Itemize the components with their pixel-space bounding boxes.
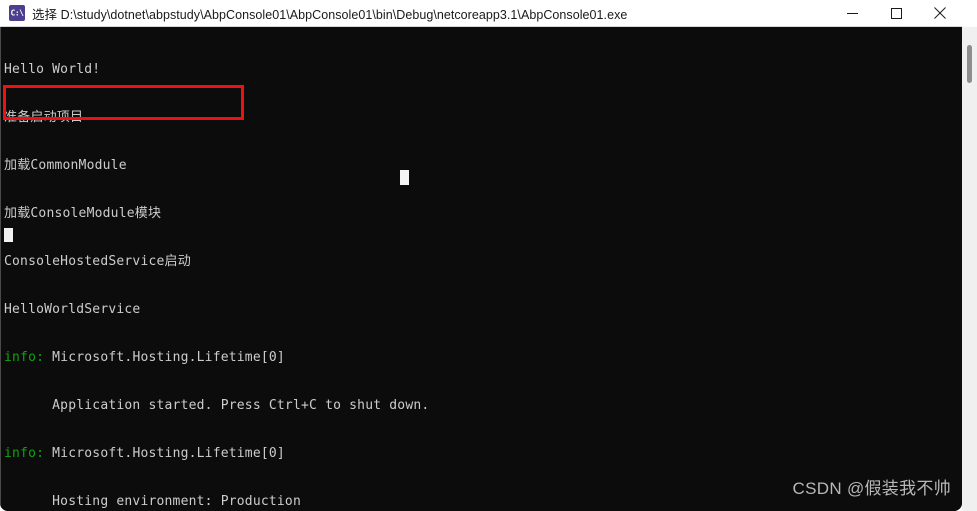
console-line: HelloWorldService <box>4 302 141 317</box>
minimize-button[interactable] <box>830 0 874 26</box>
console-line: Application started. Press Ctrl+C to shu… <box>4 398 430 413</box>
console-window: C:\ 选择 D:\study\dotnet\abpstudy\AbpConso… <box>0 0 962 511</box>
console-text-block: Hello World! 准备启动项目 加载CommonModule 加载Con… <box>4 30 799 511</box>
window-title-bar[interactable]: C:\ 选择 D:\study\dotnet\abpstudy\AbpConso… <box>0 0 962 27</box>
console-output-area[interactable]: Hello World! 准备启动项目 加载CommonModule 加载Con… <box>0 27 962 511</box>
close-icon <box>934 7 946 19</box>
csdn-watermark: CSDN @假装我不帅 <box>792 479 951 498</box>
window-title: 选择 D:\study\dotnet\abpstudy\AbpConsole01… <box>32 7 628 22</box>
scrollbar-top-spacer <box>962 0 977 27</box>
console-line: info: Microsoft.Hosting.Lifetime[0] <box>4 446 285 461</box>
command-prompt-icon-glyph: C:\ <box>10 8 24 18</box>
log-level-info: info: <box>4 446 53 461</box>
console-line: Hosting environment: Production <box>4 494 301 509</box>
page-root: C:\ 选择 D:\study\dotnet\abpstudy\AbpConso… <box>0 0 977 511</box>
maximize-button[interactable] <box>874 0 918 26</box>
console-caret <box>4 228 13 242</box>
console-line: 准备启动项目 <box>4 110 84 125</box>
page-scrollbar[interactable] <box>962 27 977 511</box>
close-button[interactable] <box>918 0 962 26</box>
minimize-icon <box>846 12 858 14</box>
command-prompt-icon: C:\ <box>9 5 25 21</box>
text-cursor-icon <box>400 170 409 185</box>
console-line: ConsoleHostedService启动 <box>4 254 191 269</box>
console-line: Hello World! <box>4 62 101 77</box>
console-line: info: Microsoft.Hosting.Lifetime[0] <box>4 350 285 365</box>
log-level-info: info: <box>4 350 53 365</box>
maximize-icon <box>890 7 902 19</box>
console-line: 加载ConsoleModule模块 <box>4 206 162 221</box>
page-scrollbar-thumb[interactable] <box>967 45 972 83</box>
